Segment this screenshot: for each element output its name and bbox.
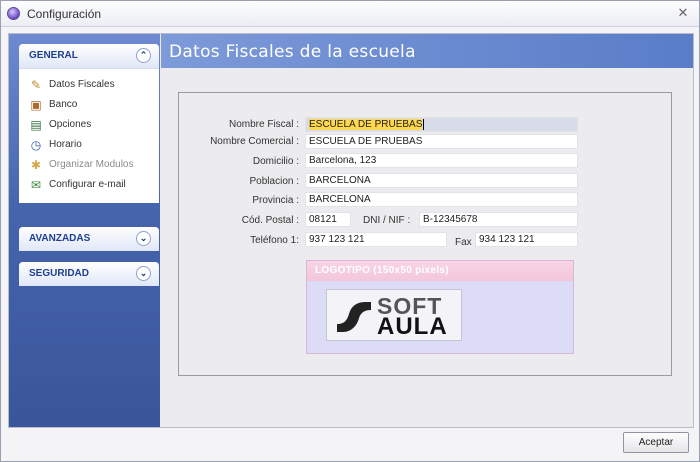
pen-icon: ✎ — [30, 78, 42, 92]
provincia-label: Provincia : — [252, 195, 299, 206]
accept-button[interactable]: Aceptar — [623, 432, 689, 453]
nombre-fiscal-label: Nombre Fiscal : — [228, 119, 299, 130]
options-icon: ▤ — [30, 118, 42, 132]
cod-postal-label: Cód. Postal : — [241, 215, 299, 226]
email-icon: ✉ — [30, 178, 42, 192]
panel-avanzadas-title: AVANZADAS — [29, 233, 91, 244]
bank-icon: ▣ — [30, 98, 42, 112]
app-icon — [7, 7, 20, 20]
clock-icon: ◷ — [30, 138, 42, 152]
logo-mark-icon — [337, 302, 371, 332]
window-title: Configuración — [27, 7, 102, 21]
fax-field[interactable]: 934 123 121 — [475, 232, 578, 247]
dni-nif-label: DNI / NIF : — [363, 215, 411, 226]
panel-avanzadas-header[interactable]: AVANZADAS ⌄ — [19, 227, 159, 251]
sidebar-item-label: Opciones — [49, 119, 92, 130]
domicilio-label: Domicilio : — [252, 156, 299, 167]
footer: Aceptar — [1, 429, 699, 462]
modules-icon: ✱ — [30, 158, 42, 172]
sidebar-item-configurar-email[interactable]: ✉ Configurar e-mail — [19, 175, 159, 195]
logo-panel-header: LOGOTIPO (150x50 pixels) — [307, 261, 573, 281]
panel-general: GENERAL ⌃ ✎ Datos Fiscales ▣ Banco ▤ Opc… — [19, 44, 159, 203]
logo-panel: LOGOTIPO (150x50 pixels) SOFT AULA — [306, 260, 574, 354]
sidebar-item-datos-fiscales[interactable]: ✎ Datos Fiscales — [19, 75, 159, 95]
domicilio-field[interactable]: Barcelona, 123 — [305, 153, 578, 168]
nombre-comercial-label: Nombre Comercial : — [210, 136, 299, 147]
close-icon[interactable]: ✕ — [675, 5, 691, 21]
logo-image[interactable]: SOFT AULA — [326, 289, 462, 341]
telefono1-field[interactable]: 937 123 121 — [305, 232, 447, 247]
dni-nif-field[interactable]: B-12345678 — [419, 212, 578, 227]
poblacion-label: Poblacion : — [249, 176, 299, 187]
expand-down-icon[interactable]: ⌄ — [136, 231, 151, 246]
nombre-comercial-field[interactable]: ESCUELA DE PRUEBAS — [305, 134, 578, 149]
panel-general-body: ✎ Datos Fiscales ▣ Banco ▤ Opciones ◷ Ho… — [19, 68, 159, 203]
text-caret — [423, 118, 425, 130]
nombre-fiscal-value: ESCUELA DE PRUEBAS — [309, 119, 423, 130]
sidebar-item-label: Horario — [49, 139, 82, 150]
page-title: Datos Fiscales de la escuela — [169, 42, 416, 62]
poblacion-field[interactable]: BARCELONA — [305, 173, 578, 188]
collapse-up-icon[interactable]: ⌃ — [136, 48, 151, 63]
sidebar-item-label: Banco — [49, 99, 78, 110]
panel-general-header[interactable]: GENERAL ⌃ — [19, 44, 159, 68]
sidebar-item-label: Organizar Modulos — [49, 159, 134, 170]
main-header: Datos Fiscales de la escuela — [161, 34, 693, 68]
sidebar-item-banco[interactable]: ▣ Banco — [19, 95, 159, 115]
panel-seguridad-title: SEGURIDAD — [29, 268, 90, 279]
panel-general-title: GENERAL — [29, 50, 78, 61]
expand-down-icon[interactable]: ⌄ — [136, 266, 151, 281]
panel-seguridad-header[interactable]: SEGURIDAD ⌄ — [19, 262, 159, 286]
provincia-field[interactable]: BARCELONA — [305, 192, 578, 207]
sidebar-item-organizar-modulos[interactable]: ✱ Organizar Modulos — [19, 155, 159, 175]
fax-label: Fax : — [455, 237, 478, 248]
main-panel: Datos Fiscales de la escuela Nombre Fisc… — [161, 34, 693, 427]
nombre-fiscal-field[interactable]: ESCUELA DE PRUEBAS — [305, 117, 578, 132]
panel-seguridad: SEGURIDAD ⌄ — [19, 262, 159, 286]
cod-postal-field[interactable]: 08121 — [305, 212, 351, 227]
config-window: Configuración ✕ GENERAL ⌃ ✎ Datos Fiscal… — [0, 0, 700, 462]
logo-text-aula: AULA — [377, 313, 448, 340]
sidebar-item-horario[interactable]: ◷ Horario — [19, 135, 159, 155]
title-bar[interactable]: Configuración ✕ — [1, 1, 699, 27]
sidebar-item-opciones[interactable]: ▤ Opciones — [19, 115, 159, 135]
sidebar-item-label: Datos Fiscales — [49, 79, 115, 90]
panel-avanzadas: AVANZADAS ⌄ — [19, 227, 159, 251]
sidebar-item-label: Configurar e-mail — [49, 179, 126, 190]
telefono1-label: Teléfono 1: — [250, 235, 299, 246]
sidebar: GENERAL ⌃ ✎ Datos Fiscales ▣ Banco ▤ Opc… — [9, 34, 160, 427]
